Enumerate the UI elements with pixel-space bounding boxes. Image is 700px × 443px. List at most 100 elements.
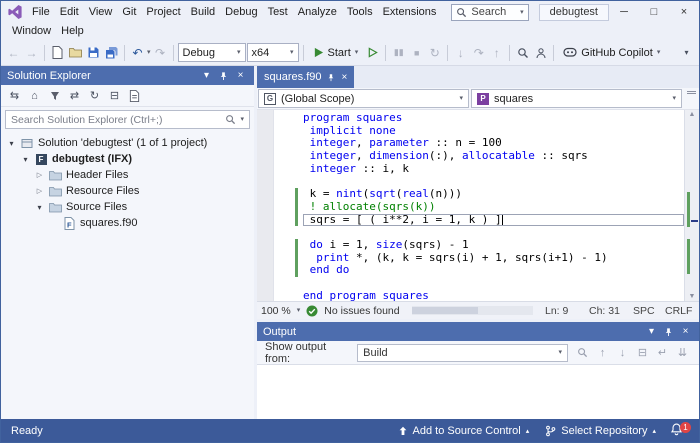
member-dropdown[interactable]: P squares ▾	[471, 89, 682, 108]
menu-extensions[interactable]: Extensions	[378, 2, 442, 23]
chevron-down-icon[interactable]: ▾	[21, 155, 30, 164]
clear-all-icon[interactable]: ⊟	[634, 344, 651, 362]
vertical-scrollbar[interactable]: ▲ ▼	[684, 110, 699, 301]
menu-project[interactable]: Project	[141, 2, 185, 23]
menu-file[interactable]: File	[27, 2, 55, 23]
breakpoint-margin[interactable]	[257, 110, 274, 301]
step-into-icon[interactable]: ↓	[452, 44, 469, 62]
menu-edit[interactable]: Edit	[55, 2, 84, 23]
health-check-icon[interactable]	[306, 305, 318, 317]
window-position-icon[interactable]: ▾	[644, 324, 659, 339]
pin-tab-icon[interactable]	[327, 73, 335, 82]
sync-with-active-document-icon[interactable]: ⇄	[66, 87, 83, 105]
redo-icon[interactable]: ↷	[152, 44, 169, 62]
code-line[interactable]: end program squares	[303, 290, 684, 303]
save-icon[interactable]	[85, 44, 102, 62]
chevron-down-icon[interactable]: ▾	[7, 139, 16, 148]
solution-configuration-dropdown[interactable]: Debug ▾	[178, 43, 246, 62]
maximize-button[interactable]: □	[639, 1, 669, 23]
code-area[interactable]: program squares implicit none integer, p…	[257, 110, 699, 301]
home-icon[interactable]: ⌂	[26, 87, 43, 105]
menu-analyze[interactable]: Analyze	[293, 2, 342, 23]
add-to-source-control-button[interactable]: Add to Source Control ▴	[390, 419, 538, 442]
health-status-text[interactable]: No issues found	[324, 305, 399, 317]
quick-search-box[interactable]: Search ▾	[451, 4, 528, 21]
chevron-down-icon[interactable]: ▾	[35, 203, 44, 212]
github-copilot-button[interactable]: GitHub Copilot ▾	[558, 43, 665, 63]
zoom-dropdown-caret-icon[interactable]: ▾	[297, 307, 301, 314]
menu-test[interactable]: Test	[263, 2, 293, 23]
menu-help[interactable]: Help	[56, 21, 89, 42]
tree-item-solution-debugtest-1-of-1-project[interactable]: ▾Solution 'debugtest' (1 of 1 project)	[1, 135, 254, 151]
solution-platform-dropdown[interactable]: x64 ▾	[247, 43, 299, 62]
close-tab-icon[interactable]: ×	[341, 72, 347, 83]
navigate-backward-icon[interactable]: ←	[5, 44, 22, 62]
scope-dropdown[interactable]: G (Global Scope) ▾	[258, 89, 469, 108]
menu-view[interactable]: View	[84, 2, 118, 23]
pin-icon[interactable]	[216, 68, 231, 83]
chevron-right-icon[interactable]: ▷	[35, 171, 44, 179]
live-share-icon[interactable]	[532, 44, 549, 62]
code-line[interactable]: print *, (k, k = sqrs(i) + 1, sqrs(i+1) …	[303, 252, 684, 265]
window-position-icon[interactable]: ▾	[199, 68, 214, 83]
horizontal-scrollbar[interactable]	[412, 306, 533, 315]
switch-views-icon[interactable]: ⇆	[6, 87, 23, 105]
scroll-up-icon[interactable]: ▲	[685, 111, 699, 118]
minimize-button[interactable]: ─	[609, 1, 639, 23]
select-repository-button[interactable]: Select Repository ▴	[537, 419, 664, 442]
tree-item-resource-files[interactable]: ▷Resource Files	[1, 183, 254, 199]
code-line[interactable]: end do	[303, 264, 684, 277]
code-line-current[interactable]: sqrs = [ ( i**2, i = 1, k ) ]	[303, 214, 684, 227]
autoscroll-icon[interactable]: ⇊	[674, 344, 691, 362]
zoom-level[interactable]: 100 %	[261, 305, 291, 317]
step-over-icon[interactable]: ↷	[470, 44, 487, 62]
stop-debugging-icon[interactable]: ■	[408, 44, 425, 62]
menu-tools[interactable]: Tools	[342, 2, 378, 23]
show-all-files-icon[interactable]	[126, 87, 143, 105]
menu-build[interactable]: Build	[186, 2, 220, 23]
menu-git[interactable]: Git	[117, 2, 141, 23]
collapse-all-icon[interactable]: ⊟	[106, 87, 123, 105]
output-header[interactable]: Output ▾ ×	[257, 322, 699, 341]
navigate-forward-icon[interactable]: →	[23, 44, 40, 62]
solution-explorer-search-input[interactable]: Search Solution Explorer (Ctrl+;) ▾	[5, 110, 250, 129]
new-file-icon[interactable]	[49, 44, 66, 62]
close-button[interactable]: ×	[669, 1, 699, 23]
start-debugging-button[interactable]: Start ▾	[308, 43, 364, 63]
chevron-right-icon[interactable]: ▷	[35, 187, 44, 195]
tree-item-debugtest-ifx[interactable]: ▾Fdebugtest (IFX)	[1, 151, 254, 167]
output-content[interactable]	[257, 365, 699, 419]
restart-icon[interactable]: ↻	[426, 44, 443, 62]
tree-item-source-files[interactable]: ▾Source Files	[1, 199, 254, 215]
tree-item-squares-f90[interactable]: Fsquares.f90	[1, 215, 254, 231]
start-without-debugging-icon[interactable]	[364, 44, 381, 62]
notifications-button[interactable]: 1	[664, 423, 689, 439]
menu-debug[interactable]: Debug	[220, 2, 262, 23]
splitter-handle[interactable]	[684, 88, 699, 109]
step-out-icon[interactable]: ↑	[488, 44, 505, 62]
scroll-down-icon[interactable]: ▼	[685, 293, 699, 300]
solution-explorer-header[interactable]: Solution Explorer ▾ ×	[1, 66, 254, 85]
refresh-icon[interactable]: ↻	[86, 87, 103, 105]
search-dropdown-caret-icon[interactable]: ▾	[520, 9, 524, 16]
output-source-dropdown[interactable]: Build ▾	[357, 344, 568, 362]
tab-squares-f90[interactable]: squares.f90 ×	[257, 66, 354, 88]
toolbar-overflow-icon[interactable]: ▾	[678, 44, 695, 62]
close-icon[interactable]: ×	[678, 324, 693, 339]
undo-dropdown-caret-icon[interactable]: ▾	[147, 49, 151, 56]
previous-message-icon[interactable]: ↑	[594, 344, 611, 362]
menu-window[interactable]: Window	[7, 21, 56, 42]
undo-icon[interactable]: ↶	[129, 44, 146, 62]
find-in-files-icon[interactable]	[514, 44, 531, 62]
find-message-icon[interactable]	[574, 344, 591, 362]
break-all-icon[interactable]: ▮▮	[390, 44, 407, 62]
scrollbar-thumb[interactable]	[412, 307, 479, 314]
chevron-down-icon[interactable]: ▾	[240, 116, 244, 123]
save-all-icon[interactable]	[103, 44, 120, 62]
next-message-icon[interactable]: ↓	[614, 344, 631, 362]
open-file-icon[interactable]	[67, 44, 84, 62]
close-icon[interactable]: ×	[233, 68, 248, 83]
pin-icon[interactable]	[661, 324, 676, 339]
tree-item-header-files[interactable]: ▷Header Files	[1, 167, 254, 183]
word-wrap-icon[interactable]: ↵	[654, 344, 671, 362]
